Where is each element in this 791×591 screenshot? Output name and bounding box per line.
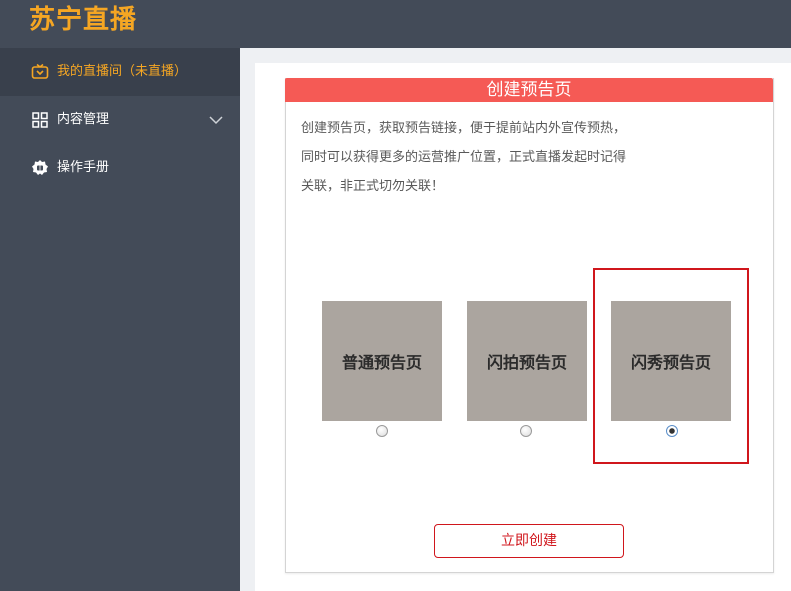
- sidebar: 我的直播间（未直播） 内容管理 操作手册: [0, 48, 240, 591]
- description-line: 关联，非正式切勿关联！: [301, 179, 445, 194]
- description-line: 创建预告页，获取预告链接，便于提前站内外宣传预热，: [301, 121, 627, 136]
- create-now-button[interactable]: 立即创建: [434, 524, 624, 558]
- sidebar-item-content-management[interactable]: 内容管理: [0, 96, 240, 144]
- panel-title: 创建预告页: [285, 78, 773, 102]
- option-radio-normal[interactable]: [376, 425, 388, 437]
- chevron-down-icon: [207, 111, 225, 129]
- option-radio-flash-auction[interactable]: [520, 425, 532, 437]
- tv-icon: [31, 63, 49, 81]
- sidebar-item-label: 我的直播间（未直播）: [57, 64, 188, 79]
- sidebar-item-label: 内容管理: [57, 112, 110, 127]
- panel-description: 创建预告页，获取预告链接，便于提前站内外宣传预热， 同时可以获得更多的运营推广位…: [301, 114, 741, 201]
- description-line: 同时可以获得更多的运营推广位置，正式直播发起时记得: [301, 150, 627, 165]
- option-card-flash-auction[interactable]: 闪拍预告页: [467, 301, 587, 421]
- top-bar: 苏宁直播: [0, 0, 791, 48]
- sidebar-item-label: 操作手册: [57, 160, 110, 175]
- logo: 苏宁直播: [29, 5, 138, 35]
- manual-icon: [31, 159, 49, 177]
- sidebar-item-my-live-room[interactable]: 我的直播间（未直播）: [0, 48, 240, 96]
- sidebar-item-manual[interactable]: 操作手册: [0, 144, 240, 192]
- selection-highlight: [593, 268, 749, 464]
- option-card-normal[interactable]: 普通预告页: [322, 301, 442, 421]
- grid-icon: [31, 111, 49, 129]
